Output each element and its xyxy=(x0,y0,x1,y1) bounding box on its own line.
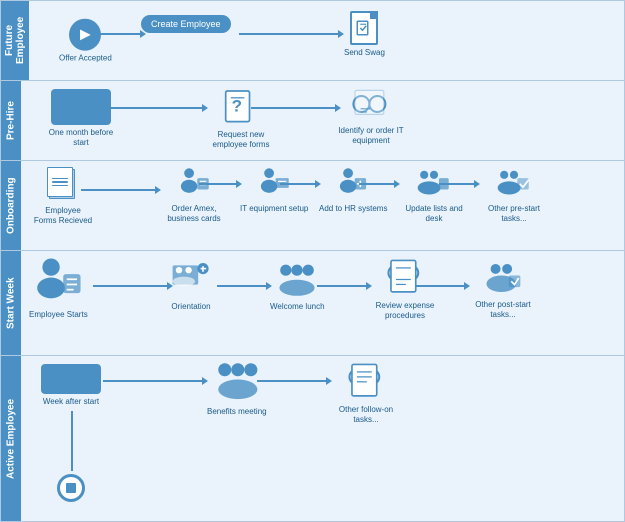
arrow-sw1 xyxy=(93,285,168,287)
followon-task: Other follow-on tasks... xyxy=(331,360,401,424)
arrow-active2 xyxy=(257,380,327,382)
prehire-milestone: One month before start xyxy=(41,89,121,147)
lane-startweek: Start Week Employee Starts xyxy=(1,251,624,356)
doc-front xyxy=(47,167,73,197)
pre-start-label: Other pre-start tasks... xyxy=(479,204,549,223)
orientation-task: Orientation xyxy=(171,259,211,312)
welcome-lunch-icon xyxy=(276,259,318,299)
forms-received-label: Employee Forms Recieved xyxy=(33,206,93,225)
lane-label-future: Future Employee xyxy=(1,1,29,80)
identify-it-label: Identify or order IT equipment xyxy=(336,126,406,145)
arrow-ob4 xyxy=(359,183,395,185)
milestone-box xyxy=(51,89,111,125)
benefits-task: Benefits meeting xyxy=(207,360,267,417)
order-amex-label: Order Amex, business cards xyxy=(159,204,229,223)
stop-square xyxy=(66,483,76,493)
lane-label-startweek: Start Week xyxy=(1,251,21,355)
it-setup-task: IT equipment setup xyxy=(240,165,308,214)
it-setup-label: IT equipment setup xyxy=(240,204,308,214)
orientation-label: Orientation xyxy=(171,302,210,312)
post-start-label: Other post-start tasks... xyxy=(468,300,538,319)
arrow-active-h xyxy=(103,380,203,382)
benefits-icon xyxy=(215,360,259,404)
arrow-down-active xyxy=(71,411,73,471)
lane-content-future: ▶ Offer Accepted Create Employee xyxy=(29,1,624,80)
stop-icon xyxy=(57,474,85,502)
post-start-task: Other post-start tasks... xyxy=(468,259,538,319)
lane-label-prehire: Pre-Hire xyxy=(1,81,21,160)
arrow-sw3 xyxy=(317,285,367,287)
request-forms-task: ? Request new employee forms xyxy=(206,89,276,149)
lane-content-onboarding: Employee Forms Recieved Order Amex, busi… xyxy=(21,161,624,250)
lane-future-employee: Future Employee ▶ Offer Accepted Create … xyxy=(1,1,624,81)
forms-received-task: Employee Forms Recieved xyxy=(33,167,93,225)
arrow-ob2 xyxy=(199,183,237,185)
arrow-1 xyxy=(93,33,141,35)
send-swag-task: Send Swag xyxy=(344,11,385,58)
svg-text:?: ? xyxy=(232,96,242,115)
arrow-prehire xyxy=(103,107,203,109)
lane-active: Active Employee Week after start xyxy=(1,356,624,521)
doc-line-1 xyxy=(52,178,68,180)
arrow-forms xyxy=(81,189,156,191)
lane-content-startweek: Employee Starts Orientation xyxy=(21,251,624,355)
create-employee-btn[interactable]: Create Employee xyxy=(141,15,231,33)
send-swag-icon xyxy=(350,11,378,45)
welcome-lunch-label: Welcome lunch xyxy=(270,302,325,312)
people-icon-5 xyxy=(496,165,532,201)
followon-label: Other follow-on tasks... xyxy=(331,405,401,424)
arrow-to-it xyxy=(251,107,336,109)
lane-label-active: Active Employee xyxy=(1,356,21,521)
lane-content-prehire: One month before start ? Request new emp… xyxy=(21,81,624,160)
employee-starts-label: Employee Starts xyxy=(29,310,88,320)
week-after-label: Week after start xyxy=(43,397,99,407)
week-after-task: Week after start xyxy=(41,364,101,407)
post-start-icon xyxy=(484,259,522,297)
offer-accepted-label: Offer Accepted xyxy=(59,53,112,63)
arrow-ob3 xyxy=(280,183,316,185)
arrow-2 xyxy=(239,33,339,35)
review-expense-label: Review expense procedures xyxy=(370,301,440,320)
end-event xyxy=(57,474,85,502)
update-lists-label: Update lists and desk xyxy=(399,204,469,223)
process-diagram: Future Employee ▶ Offer Accepted Create … xyxy=(0,0,625,522)
arrow-ob5 xyxy=(439,183,475,185)
arrow-sw4 xyxy=(415,285,465,287)
add-hr-label: Add to HR systems xyxy=(319,204,387,214)
expense-icon xyxy=(386,256,424,298)
update-lists-task: Update lists and desk xyxy=(399,165,469,223)
lane-prehire: Pre-Hire One month before start ? Reques… xyxy=(1,81,624,161)
doc-line-3 xyxy=(52,185,68,187)
checklist-icon xyxy=(355,19,373,37)
review-expense-task: Review expense procedures xyxy=(370,256,440,320)
create-employee-task: Create Employee xyxy=(141,15,231,33)
lane-content-active: Week after start Benefits meeti xyxy=(21,356,624,521)
add-hr-task: Add to HR systems xyxy=(319,165,387,214)
lane-label-onboarding: Onboarding xyxy=(1,161,21,250)
arrow-sw2 xyxy=(217,285,267,287)
week-milestone-box xyxy=(41,364,101,394)
it-equipment-icon xyxy=(351,85,391,123)
benefits-label: Benefits meeting xyxy=(207,407,267,417)
large-person-icon xyxy=(32,255,84,307)
followon-icon xyxy=(347,360,385,402)
identify-it-task: Identify or order IT equipment xyxy=(336,85,406,145)
lane-onboarding: Onboarding Employee Forms Recieved xyxy=(1,161,624,251)
request-forms-label: Request new employee forms xyxy=(206,130,276,149)
doc-line-2 xyxy=(52,181,68,183)
employee-starts-task: Employee Starts xyxy=(29,255,88,320)
pre-start-task: Other pre-start tasks... xyxy=(479,165,549,223)
one-month-label: One month before start xyxy=(41,128,121,147)
start-event: ▶ Offer Accepted xyxy=(59,18,112,63)
order-amex-task: Order Amex, business cards xyxy=(159,165,229,223)
forms-stack-icon xyxy=(47,167,79,203)
send-swag-label: Send Swag xyxy=(344,48,385,58)
orientation-icon xyxy=(171,259,211,299)
